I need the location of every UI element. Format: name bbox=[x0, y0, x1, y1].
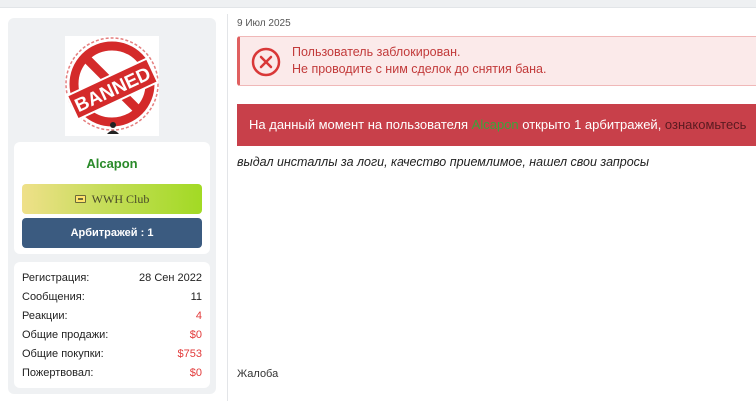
ban-notice-text: Пользователь заблокирован. Не проводите … bbox=[292, 44, 546, 78]
banned-stamp-icon: BANNED bbox=[65, 37, 159, 134]
club-badge-label: WWH Club bbox=[91, 191, 150, 206]
stat-value: 4 bbox=[195, 310, 202, 322]
stat-value: 11 bbox=[190, 291, 202, 303]
stat-value: $0 bbox=[189, 329, 202, 341]
stat-label: Сообщения: bbox=[22, 291, 85, 303]
arbitration-notice: На данный момент на пользователя Alcapon… bbox=[237, 104, 756, 146]
arbitration-user-link[interactable]: Alcapon bbox=[472, 117, 519, 132]
ban-notice-line1: Пользователь заблокирован. bbox=[292, 45, 461, 59]
arbitration-details-link[interactable]: ознакомьтесь bbox=[665, 117, 747, 132]
card-icon bbox=[74, 195, 86, 203]
arbitration-notice-prefix: На данный момент на пользователя bbox=[249, 117, 472, 132]
stat-label: Регистрация: bbox=[22, 272, 90, 284]
stat-row: Сообщения: 11 bbox=[22, 288, 202, 307]
stat-row: Регистрация: 28 Сен 2022 bbox=[22, 269, 202, 288]
stat-row: Пожертвовал: $0 bbox=[22, 364, 202, 383]
arbitration-notice-middle: открыто 1 арбитражей, bbox=[518, 117, 665, 132]
ban-notice: Пользователь заблокирован. Не проводите … bbox=[237, 36, 756, 86]
top-border bbox=[0, 0, 756, 8]
post-date[interactable]: 9 Июл 2025 bbox=[237, 18, 291, 29]
stat-label: Общие покупки: bbox=[22, 348, 104, 360]
stat-value: $753 bbox=[177, 348, 202, 360]
stat-row: Общие продажи: $0 bbox=[22, 326, 202, 345]
user-avatar[interactable]: BANNED bbox=[65, 36, 159, 136]
club-badge: WWH Club bbox=[22, 184, 202, 214]
username[interactable]: Alcapon bbox=[14, 156, 210, 171]
ban-notice-line2: Не проводите с ним сделок до снятия бана… bbox=[292, 62, 547, 76]
stat-value: $0 bbox=[189, 367, 202, 379]
stat-row: Общие покупки: $753 bbox=[22, 345, 202, 364]
stat-row: Реакции: 4 bbox=[22, 307, 202, 326]
user-sidebar: BANNED Alcapon WWH Club Арбитражей : 1 Р… bbox=[8, 18, 216, 394]
stat-label: Пожертвовал: bbox=[22, 367, 94, 379]
stat-label: Реакции: bbox=[22, 310, 68, 322]
stat-label: Общие продажи: bbox=[22, 329, 109, 341]
arbitrations-button[interactable]: Арбитражей : 1 bbox=[22, 218, 202, 248]
post-body: выдал инсталлы за логи, качество приемли… bbox=[237, 155, 650, 169]
stat-value: 28 Сен 2022 bbox=[139, 272, 202, 284]
report-link[interactable]: Жалоба bbox=[237, 368, 278, 380]
user-stats: Регистрация: 28 Сен 2022 Сообщения: 11 Р… bbox=[14, 262, 210, 388]
error-circle-icon bbox=[251, 47, 281, 77]
column-divider bbox=[227, 14, 228, 401]
user-card: Alcapon WWH Club Арбитражей : 1 bbox=[14, 142, 210, 254]
